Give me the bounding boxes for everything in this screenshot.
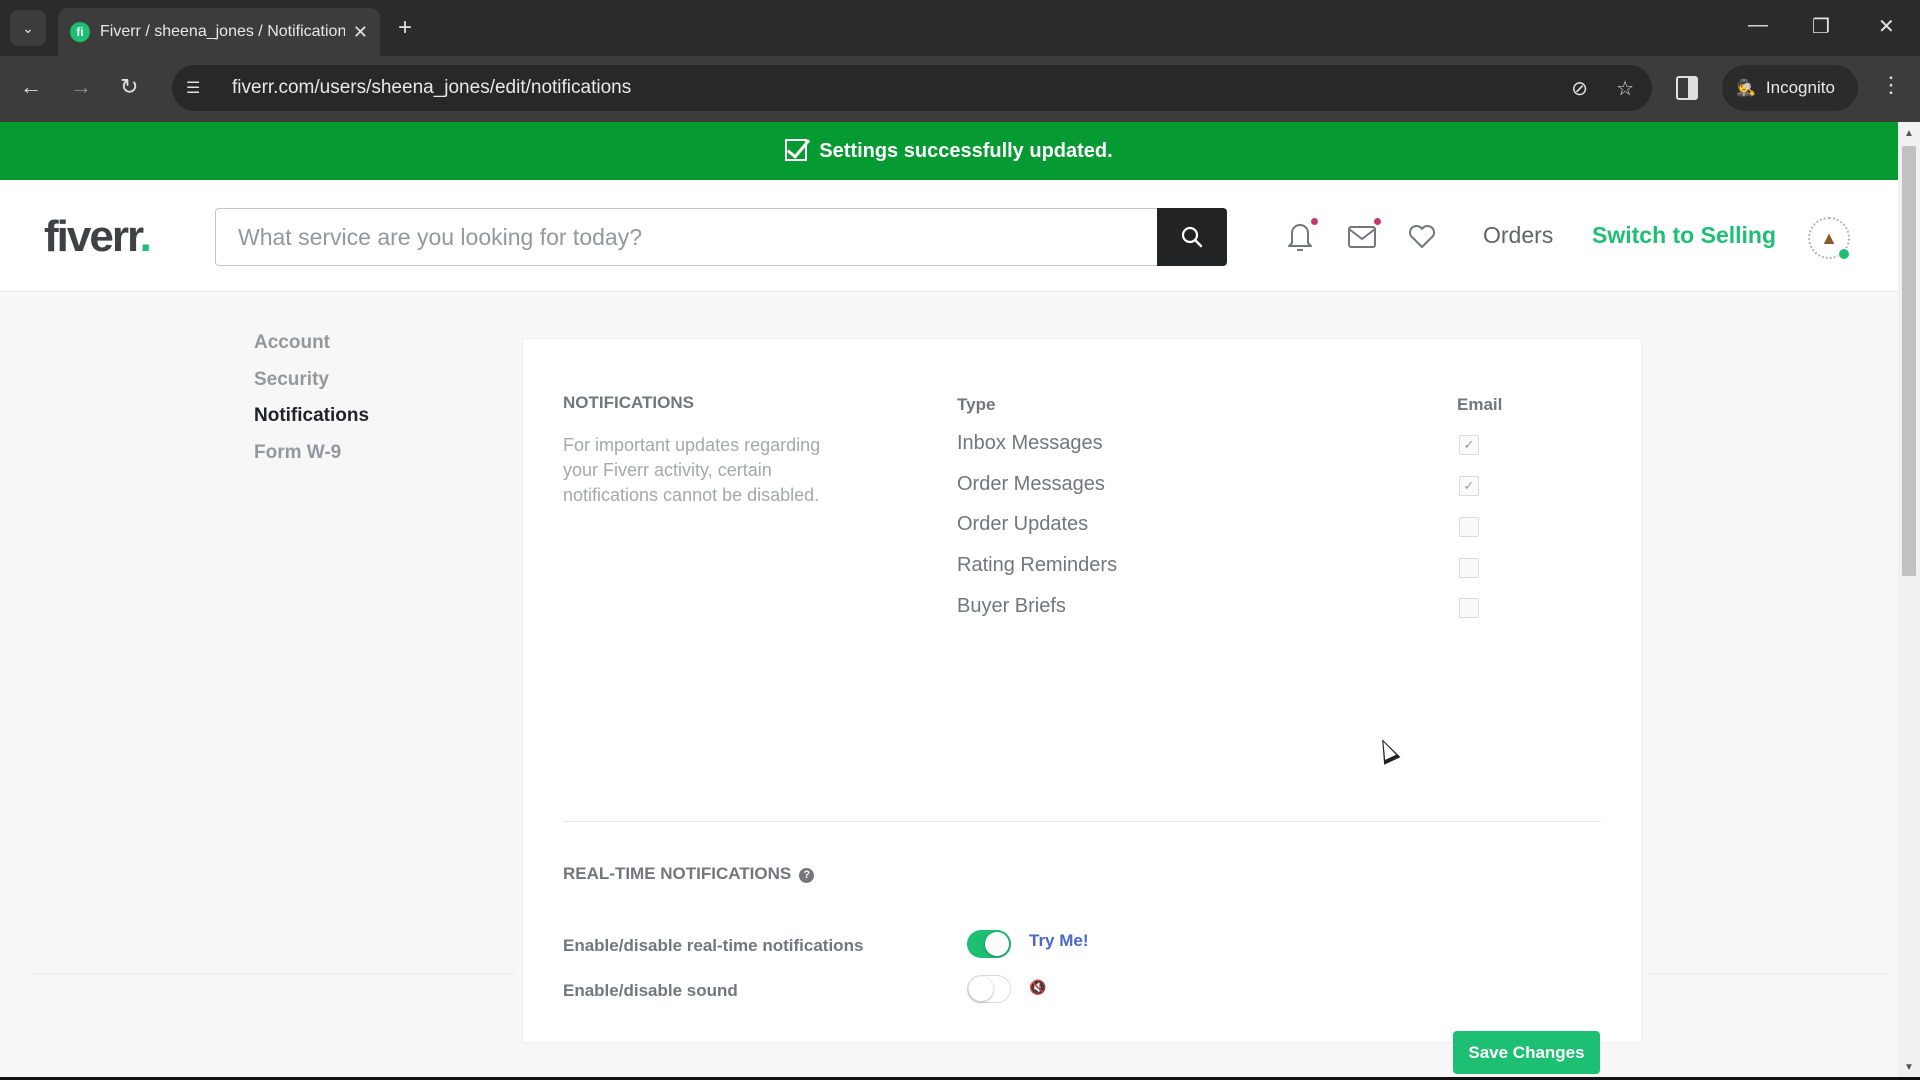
- email-checkbox-order-messages[interactable]: ✓: [1459, 476, 1479, 496]
- browser-menu-icon[interactable]: ⋮: [1880, 72, 1902, 98]
- notifications-button[interactable]: [1284, 218, 1318, 254]
- realtime-title: REAL-TIME NOTIFICATIONS?: [563, 864, 815, 884]
- email-checkbox-order-updates[interactable]: [1459, 517, 1479, 537]
- close-tab-icon[interactable]: ✕: [353, 22, 368, 43]
- favorites-button[interactable]: [1406, 218, 1438, 254]
- fiverr-logo[interactable]: fiverr.: [44, 212, 152, 262]
- browser-tab[interactable]: fi Fiverr / sheena_jones / Notifications…: [58, 8, 380, 56]
- toggle-knob: [985, 932, 1009, 956]
- page-scrollbar[interactable]: ▲ ▼: [1898, 122, 1920, 1077]
- checkbox-check-icon: [785, 139, 808, 161]
- notification-type-label: Rating Reminders: [957, 554, 1118, 576]
- success-banner: Settings successfully updated.: [0, 122, 1898, 180]
- incognito-label: Incognito: [1765, 78, 1835, 97]
- sidebar-item-notifications[interactable]: Notifications: [254, 405, 369, 442]
- notification-type-label: Order Messages: [957, 473, 1105, 495]
- search-bar: [215, 208, 1227, 266]
- save-changes-button[interactable]: Save Changes: [1453, 1031, 1600, 1074]
- realtime-toggle-label: Enable/disable real-time notifications: [563, 936, 864, 955]
- logo-text: fiverr: [44, 212, 142, 261]
- logo-dot: .: [139, 212, 152, 261]
- sound-toggle-label: Enable/disable sound: [563, 981, 738, 1000]
- notifications-description: For important updates regarding your Fiv…: [563, 435, 821, 505]
- section-divider: [563, 821, 1601, 822]
- scroll-up-arrow-icon[interactable]: ▲: [1904, 128, 1914, 139]
- browser-tab-bar: ⌄ fi Fiverr / sheena_jones / Notificatio…: [0, 0, 1920, 56]
- incognito-icon: 🕵: [1736, 80, 1756, 97]
- eye-slash-icon[interactable]: ⊘: [1571, 76, 1588, 101]
- email-checkbox-rating-reminders[interactable]: [1459, 558, 1479, 578]
- email-checkbox-inbox-messages[interactable]: ✓: [1459, 435, 1479, 455]
- type-column-header: Type: [957, 395, 996, 414]
- site-header: fiverr. Orders Switch to Selling ▲: [0, 180, 1898, 292]
- fiverr-favicon-icon: fi: [70, 22, 90, 42]
- notification-type-label: Buyer Briefs: [957, 595, 1066, 617]
- sound-toggle[interactable]: [967, 975, 1011, 1003]
- check-icon: ✓: [1463, 478, 1475, 493]
- browser-toolbar: ← → ↻ ☰ fiverr.com/users/sheena_jones/ed…: [0, 56, 1920, 122]
- footer-divider: [1650, 973, 1890, 975]
- check-icon: ✓: [1463, 437, 1475, 452]
- scrollbar-thumb[interactable]: [1902, 146, 1916, 576]
- side-panel-icon[interactable]: [1676, 76, 1698, 100]
- envelope-icon: [1348, 226, 1376, 248]
- notification-type-label: Inbox Messages: [957, 432, 1103, 454]
- notifications-card: NOTIFICATIONS For important updates rega…: [522, 338, 1642, 1074]
- site-info-icon[interactable]: ☰: [186, 78, 216, 98]
- search-button[interactable]: [1157, 208, 1227, 266]
- minimize-button[interactable]: —: [1748, 14, 1768, 37]
- scroll-down-arrow-icon[interactable]: ▼: [1904, 1062, 1914, 1073]
- sidebar-item-security[interactable]: Security: [254, 369, 369, 406]
- messages-button[interactable]: [1346, 218, 1381, 254]
- realtime-title-text: REAL-TIME NOTIFICATIONS: [563, 864, 792, 883]
- back-button[interactable]: ←: [20, 74, 42, 100]
- try-me-link[interactable]: Try Me!: [1029, 931, 1089, 951]
- realtime-notifications-toggle[interactable]: [967, 930, 1011, 958]
- notification-type-label: Order Updates: [957, 513, 1089, 535]
- toggle-knob: [969, 977, 993, 1001]
- speaker-mute-icon: 🔇: [1029, 979, 1047, 995]
- address-bar[interactable]: ☰ fiverr.com/users/sheena_jones/edit/not…: [172, 65, 1652, 111]
- help-icon[interactable]: ?: [799, 868, 815, 883]
- forward-button[interactable]: →: [70, 74, 92, 100]
- restore-button[interactable]: ❐: [1812, 14, 1830, 39]
- notification-dot: [1311, 218, 1318, 225]
- email-column-header: Email: [1457, 395, 1503, 414]
- footer-divider: [30, 973, 516, 975]
- sidebar-item-account[interactable]: Account: [254, 332, 369, 369]
- search-input[interactable]: [215, 208, 1157, 266]
- switch-to-selling-link[interactable]: Switch to Selling: [1592, 222, 1776, 249]
- chevron-down-icon: ⌄: [22, 19, 34, 36]
- settings-sidebar: Account Security Notifications Form W-9: [254, 332, 369, 478]
- search-icon: [1181, 226, 1203, 248]
- heart-icon: [1408, 224, 1436, 248]
- online-status-dot: [1838, 248, 1850, 260]
- reload-button[interactable]: ↻: [120, 74, 138, 100]
- notifications-title: NOTIFICATIONS: [563, 393, 694, 412]
- incognito-indicator[interactable]: 🕵 Incognito: [1722, 65, 1858, 111]
- tab-search-button[interactable]: ⌄: [10, 10, 46, 46]
- url-text[interactable]: fiverr.com/users/sheena_jones/edit/notif…: [232, 77, 631, 99]
- close-window-button[interactable]: ✕: [1878, 14, 1895, 39]
- sidebar-item-form-w9[interactable]: Form W-9: [254, 442, 369, 479]
- tab-title: Fiverr / sheena_jones / Notifications: [100, 23, 345, 40]
- email-checkbox-buyer-briefs[interactable]: [1459, 598, 1479, 618]
- orders-link[interactable]: Orders: [1483, 222, 1553, 249]
- banner-message: Settings successfully updated.: [819, 139, 1113, 162]
- page-viewport: Settings successfully updated. fiverr. W…: [0, 122, 1898, 1077]
- bookmark-star-icon[interactable]: ☆: [1616, 76, 1634, 101]
- avatar-image-icon: ▲: [1820, 227, 1838, 248]
- message-dot: [1374, 218, 1381, 225]
- new-tab-button[interactable]: +: [398, 14, 412, 42]
